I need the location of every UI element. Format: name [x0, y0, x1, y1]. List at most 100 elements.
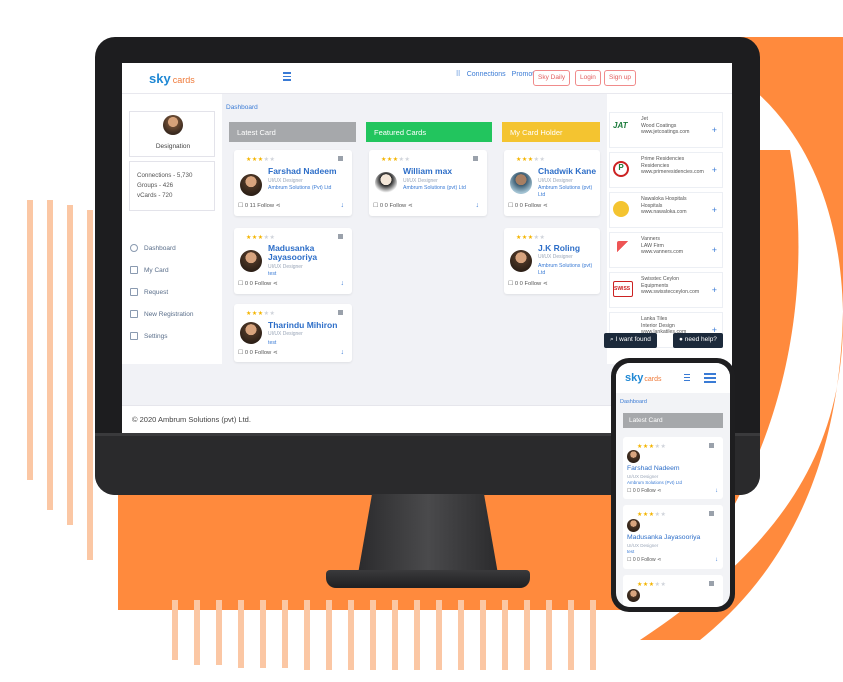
- contact-card[interactable]: ★★★★★ Madusanka Jayasooriya UI/UX Design…: [623, 505, 723, 569]
- add-icon[interactable]: +: [712, 285, 717, 295]
- qr-icon[interactable]: [709, 511, 714, 516]
- follow-row[interactable]: ☐ 0 0 Follow ⋖: [627, 557, 661, 563]
- follow-row[interactable]: ☐ 0 0 Follow ⋖: [508, 281, 548, 287]
- follow-row[interactable]: ☐ 0 0 Follow ⋖: [627, 488, 661, 494]
- rating-stars: ★★★★★: [637, 512, 667, 518]
- contact-card[interactable]: ★★★★★ Madusanka Jayasooriya UI/UX Design…: [234, 228, 352, 294]
- business-logo: P: [613, 161, 629, 177]
- phone-screen: skycards Dashboard Latest Card ★★★★★ Far…: [616, 363, 730, 607]
- card-role: UI/UX Designer: [627, 543, 659, 548]
- qr-icon[interactable]: [338, 310, 343, 315]
- contact-card[interactable]: ★★★★★ William max UI/UX Designer Ambrum …: [369, 150, 487, 216]
- rating-stars: ★★★★★: [246, 157, 276, 163]
- breadcrumb[interactable]: Dashboard: [620, 399, 647, 405]
- card-name[interactable]: Madusanka Jayasooriya: [627, 534, 700, 541]
- contact-card[interactable]: ★★★★★ Farshad Nadeem UI/UX Designer Ambr…: [234, 150, 352, 216]
- business-logo: SWISS: [613, 281, 633, 297]
- stat-connections: Connections - 5,730: [137, 172, 193, 179]
- add-icon[interactable]: +: [712, 245, 717, 255]
- follow-row[interactable]: ☐ 0 0 Follow ⋖: [238, 281, 278, 287]
- card-company: Ambrum Solutions (Pvt) Ltd: [627, 480, 683, 485]
- download-icon[interactable]: ↓: [715, 557, 718, 563]
- stats-card: Connections - 5,730 Groups - 426 vCards …: [129, 161, 215, 211]
- card-role: UI/UX Designer: [538, 254, 573, 260]
- stripe: [172, 600, 178, 660]
- sidebar-item-new-registration[interactable]: New Registration: [130, 303, 194, 325]
- card-company: Ambrum Solutions (pvt) Ltd: [403, 185, 466, 191]
- avatar: [510, 172, 532, 194]
- follow-row[interactable]: ☐ 0 0 Follow ⋖: [238, 350, 278, 356]
- stripe: [47, 200, 53, 510]
- download-icon[interactable]: ↓: [715, 488, 718, 494]
- need-help-button[interactable]: ● need help?: [673, 333, 723, 348]
- contact-card[interactable]: ★★★★★ Tharindu Mihiron UI/UX Designer te…: [234, 304, 352, 362]
- contact-card[interactable]: ★★★★★ Farshad Nadeem UI/UX Designer Ambr…: [623, 437, 723, 499]
- download-icon[interactable]: ↓: [341, 202, 345, 209]
- monitor-base: [326, 570, 530, 588]
- card-name[interactable]: Farshad Nadeem: [268, 167, 337, 176]
- signup-button[interactable]: Sign up: [604, 70, 637, 86]
- qr-icon[interactable]: [709, 581, 714, 586]
- business-item[interactable]: JAT Jet Wood Coatings www.jetcoatings.com …: [609, 112, 723, 148]
- breadcrumb[interactable]: Dashboard: [226, 104, 258, 111]
- i-want-found-button[interactable]: ⌕ I want found: [604, 333, 657, 348]
- sidebar: Designation Connections - 5,730 Groups -…: [122, 94, 222, 364]
- qr-icon[interactable]: [473, 156, 478, 161]
- card-name[interactable]: Farshad Nadeem: [627, 465, 680, 472]
- avatar[interactable]: [163, 115, 183, 135]
- business-item[interactable]: P Prime Residencies Residencies www.primer…: [609, 152, 723, 188]
- nav-connections-link[interactable]: Connections: [467, 71, 506, 78]
- card-company: Ambrum Solutions (pvt) Ltd: [538, 263, 593, 276]
- card-name[interactable]: Tharindu Mihiron: [268, 321, 337, 330]
- hamburger-icon[interactable]: [704, 373, 716, 383]
- avatar: [240, 250, 262, 272]
- download-icon[interactable]: ↓: [476, 202, 480, 209]
- brand-logo[interactable]: skycards: [625, 372, 661, 384]
- card-name[interactable]: William max: [403, 167, 452, 176]
- card-company: test: [268, 340, 277, 346]
- menu-icon[interactable]: [684, 374, 690, 381]
- card-name[interactable]: J.K Roling: [538, 244, 580, 253]
- follow-row[interactable]: ☐ 0 11 Follow ⋖: [238, 203, 281, 209]
- stripe: [480, 600, 486, 670]
- avatar: [375, 172, 397, 194]
- sidebar-item-settings[interactable]: Settings: [130, 325, 194, 347]
- add-icon[interactable]: +: [712, 205, 717, 215]
- menu-toggle-icon[interactable]: [283, 72, 291, 83]
- card-name[interactable]: Chadwik Kane: [538, 167, 596, 176]
- card-role: UI/UX Designer: [538, 178, 573, 184]
- contact-card[interactable]: ★★★★★ Chadwik Kane UI/UX Designer Ambrum…: [504, 150, 600, 216]
- avatar: [240, 174, 262, 196]
- stripe: [238, 600, 244, 668]
- download-icon[interactable]: ↓: [341, 280, 345, 287]
- card-role: UI/UX Designer: [627, 474, 659, 479]
- qr-icon[interactable]: [338, 156, 343, 161]
- stripe: [502, 600, 508, 670]
- card-name[interactable]: Madusanka Jayasooriya: [268, 244, 348, 262]
- sky-daily-button[interactable]: Sky Daily: [533, 70, 571, 86]
- avatar: [627, 519, 640, 532]
- stripe: [67, 205, 73, 525]
- sidebar-item-request[interactable]: Request: [130, 281, 194, 303]
- add-icon[interactable]: +: [712, 165, 717, 175]
- card-company: Ambrum Solutions (pvt) Ltd: [538, 185, 593, 198]
- business-item[interactable]: SWISS Swisstec Ceylon Equipments www.swiss…: [609, 272, 723, 308]
- sidebar-item-my-card[interactable]: My Card: [130, 259, 194, 281]
- download-icon[interactable]: ↓: [341, 349, 345, 356]
- qr-icon[interactable]: [338, 234, 343, 239]
- follow-row[interactable]: ☐ 0 0 Follow ⋖: [508, 203, 548, 209]
- stripe: [414, 600, 420, 670]
- business-item[interactable]: Nawaloka Hospitals Hospitals www.nawaloka.…: [609, 192, 723, 228]
- business-item[interactable]: Vanners LAW Firm www.vanners.com +: [609, 232, 723, 268]
- stripe: [392, 600, 398, 670]
- contact-card[interactable]: ★★★★★ J.K Roling UI/UX Designer Ambrum S…: [504, 228, 600, 294]
- contact-card[interactable]: ★★★★★: [623, 575, 723, 607]
- stripe: [87, 210, 93, 560]
- brand-logo[interactable]: skycards: [149, 71, 195, 86]
- add-icon[interactable]: +: [712, 125, 717, 135]
- sidebar-item-dashboard[interactable]: Dashboard: [130, 237, 194, 259]
- qr-icon[interactable]: [709, 443, 714, 448]
- login-button[interactable]: Login: [575, 70, 601, 86]
- follow-row[interactable]: ☐ 0 0 Follow ⋖: [373, 203, 413, 209]
- stripe: [568, 600, 574, 670]
